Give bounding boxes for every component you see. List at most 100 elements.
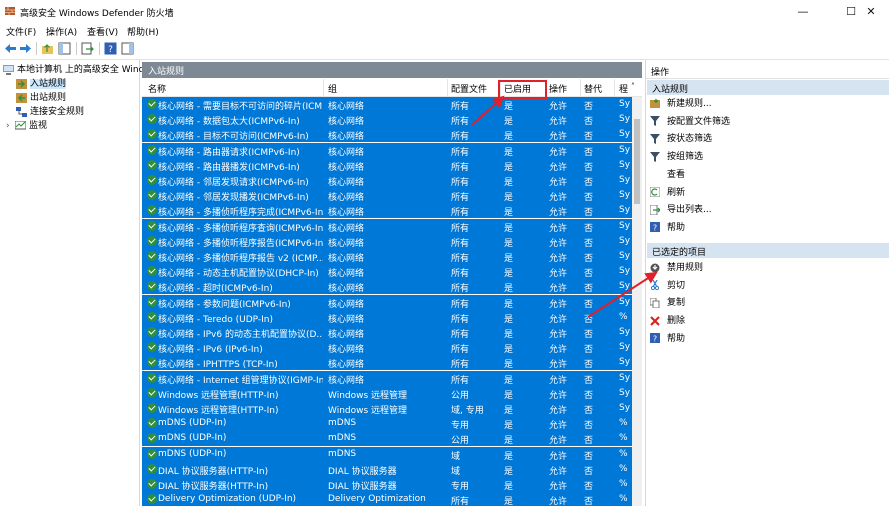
action-export[interactable]: 导出列表... (650, 203, 712, 218)
action-help[interactable]: ? 帮助 (650, 332, 685, 347)
table-cell: 所有 (451, 238, 470, 249)
table-row[interactable]: 核心网络 - 动态主机配置协议(DHCP-In) 核心网络 所有 是 允许 否 Sy (142, 264, 632, 280)
table-row[interactable]: 核心网络 - 数据包太大(ICMPv6-In) 核心网络 所有 是 允许 否 Sy (142, 112, 632, 128)
scrollbar-thumb[interactable] (634, 119, 640, 204)
table-row[interactable]: DIAL 协议服务器(HTTP-In) DIAL 协议服务器 域 是 允许 否% (142, 461, 632, 477)
table-row[interactable]: 核心网络 - 邻居发现播发(ICMPv6-In) 核心网络 所有 是 允许 否 Sy (142, 188, 632, 204)
table-cell: Sy (619, 220, 631, 231)
table-row[interactable]: mDNS (UDP-In) mDNS 公用 是 允许 否% (142, 431, 632, 447)
action-filter[interactable]: 按组筛选 (650, 150, 703, 165)
table-row[interactable]: 核心网络 - IPv6 (IPv6-In) 核心网络 所有 是 允许 否 Sy (142, 340, 632, 356)
table-row[interactable]: 核心网络 - Internet 组管理协议(IGMP-In) 核心网络 所有 是 允许 否… (142, 370, 632, 386)
show-hide-tree-icon[interactable] (58, 42, 71, 55)
table-row[interactable]: 核心网络 - 邻居发现请求(ICMPv6-In) 核心网络 所有 是 允许 否 Sy (142, 173, 632, 188)
close-button[interactable]: ✕ (853, 0, 889, 23)
table-cell: Sy (619, 175, 631, 185)
column-separator[interactable] (580, 79, 581, 96)
table-row[interactable]: 核心网络 - 多播侦听程序报告(ICMPv6-In) 核心网络 所有 是 允许 否 Sy (142, 233, 632, 249)
table-row[interactable]: 核心网络 - 路由器播发(ICMPv6-In) 核心网络 所有 是 允许 否 Sy (142, 157, 632, 173)
table-cell: 允许 (549, 390, 568, 401)
table-row[interactable]: 核心网络 - IPHTTPS (TCP-In) 核心网络 所有 是 允许 否 Sy (142, 355, 632, 371)
help-icon[interactable]: ? (104, 42, 117, 55)
menu-file[interactable]: 文件(F) (6, 25, 36, 38)
tree-item-label: 监视 (29, 121, 48, 131)
column-program[interactable]: 程 (619, 82, 628, 95)
table-cell: 所有 (451, 162, 470, 173)
table-row[interactable]: 核心网络 - 超时(ICMPv6-In) 核心网络 所有 是 允许 否 Sy (142, 279, 632, 295)
table-cell: 否 (584, 375, 594, 386)
action-refresh[interactable]: 刷新 (650, 186, 685, 201)
outbound-rules-icon (16, 92, 27, 103)
table-row[interactable]: 核心网络 - Teredo (UDP-In) 核心网络 所有 是 允许 否% (142, 309, 632, 325)
up-folder-icon[interactable] (41, 42, 54, 55)
tree-item-monitoring[interactable]: › 监视 (6, 119, 47, 133)
tree-item-outbound-rules[interactable]: 出站规则 (16, 91, 66, 105)
table-cell: 核心网络 (328, 102, 365, 112)
table-cell: 域 (451, 451, 461, 462)
enabled-check-icon (147, 418, 157, 429)
tree-item-inbound-rules[interactable]: 入站规则 (16, 77, 67, 91)
table-row[interactable]: mDNS (UDP-In) mDNS 专用 是 允许 否% (142, 416, 632, 432)
table-row[interactable]: DIAL 协议服务器(HTTP-In) DIAL 协议服务器 专用 是 允许 否% (142, 477, 632, 492)
svg-text:?: ? (108, 45, 113, 55)
section-header-inbound-rules[interactable]: 入站规则 (647, 80, 889, 95)
export-icon[interactable] (81, 42, 94, 55)
action-help[interactable]: ? 帮助 (650, 221, 685, 236)
tree-root[interactable]: 本地计算机 上的高级安全 Wind (3, 63, 144, 77)
table-row[interactable]: 核心网络 - 路由器请求(ICMPv6-In) 核心网络 所有 是 允许 否 Sy (142, 142, 632, 158)
forward-arrow-icon[interactable] (19, 42, 32, 55)
column-separator[interactable] (447, 79, 448, 96)
action-copy[interactable]: 复制 (650, 296, 685, 311)
action-cut[interactable]: 剪切 (650, 279, 685, 294)
action-filter[interactable]: 按状态筛选 (650, 132, 712, 147)
column-override[interactable]: 替代 (584, 82, 602, 95)
table-cell: 核心网络 (328, 208, 365, 219)
table-cell: DIAL 协议服务器 (328, 482, 397, 492)
minimize-button[interactable]: — (780, 0, 826, 23)
scroll-up-icon[interactable]: ˄ (631, 82, 635, 91)
table-row[interactable]: 核心网络 - 多播侦听程序查询(ICMPv6-In) 核心网络 所有 是 允许 否 Sy (142, 218, 632, 234)
action-view[interactable]: 查看 (650, 168, 685, 183)
back-arrow-icon[interactable] (4, 42, 17, 55)
column-action[interactable]: 操作 (549, 82, 567, 95)
table-cell: 否 (584, 451, 594, 462)
table-row[interactable]: 核心网络 - 多播侦听程序报告 v2 (ICMP... 核心网络 所有 是 允许 否 Sy (142, 249, 632, 264)
table-row[interactable]: 核心网络 - 目标不可访问(ICMPv6-In) 核心网络 所有 是 允许 否 Sy (142, 127, 632, 143)
column-profile[interactable]: 配置文件 (451, 82, 487, 95)
column-name[interactable]: 名称 (148, 82, 166, 95)
table-cell: 是 (504, 314, 514, 325)
menu-action[interactable]: 操作(A) (46, 25, 77, 38)
action-disable[interactable]: 禁用规则 (650, 261, 703, 276)
column-group[interactable]: 组 (328, 82, 337, 95)
table-row[interactable]: 核心网络 - 参数问题(ICMPv6-In) 核心网络 所有 是 允许 否 Sy (142, 294, 632, 310)
column-separator[interactable] (323, 79, 324, 96)
show-hide-action-pane-icon[interactable] (121, 42, 134, 55)
table-row[interactable]: mDNS (UDP-In) mDNS 域 是 允许 否% (142, 446, 632, 462)
tree-item-connection-security[interactable]: 连接安全规则 (16, 105, 84, 119)
menu-view[interactable]: 查看(V) (87, 25, 118, 38)
action-delete[interactable]: 删除 (650, 314, 685, 329)
table-row[interactable]: Windows 远程管理(HTTP-In) Windows 远程管理 公用 是 允许 否 S… (142, 385, 632, 401)
toolbar-separator (36, 42, 37, 55)
action-new-rule[interactable]: 新建规则... (650, 97, 712, 112)
table-row[interactable]: Windows 远程管理(HTTP-In) Windows 远程管理 域, 专用 是 允… (142, 401, 632, 416)
table-cell: DIAL 协议服务器(HTTP-In) (158, 466, 269, 477)
table-row[interactable]: 核心网络 - 多播侦听程序完成(ICMPv6-In) 核心网络 所有 是 允许 否 Sy (142, 203, 632, 219)
table-row[interactable]: 核心网络 - 需要目标不可访问的碎片(ICMP... 核心网络 所有 是 允许 否 Sy (142, 97, 632, 112)
table-cell: 否 (584, 254, 594, 264)
section-header-selected-items[interactable]: 已选定的项目 (647, 243, 889, 258)
table-cell: Windows 远程管理 (328, 406, 408, 416)
table-cell: 允许 (549, 345, 568, 356)
table-cell: 核心网络 (328, 223, 365, 234)
table-row[interactable]: Delivery Optimization (UDP-In) Delivery O… (142, 492, 632, 506)
column-separator[interactable] (614, 79, 615, 96)
table-cell: 允许 (549, 208, 568, 219)
table-cell: 允许 (549, 314, 568, 325)
menu-help[interactable]: 帮助(H) (127, 25, 159, 38)
action-filter[interactable]: 按配置文件筛选 (650, 115, 730, 130)
chevron-right-icon[interactable]: › (6, 119, 15, 133)
table-cell: 所有 (451, 497, 470, 506)
table-cell: 允许 (549, 254, 568, 264)
vertical-scrollbar[interactable] (632, 97, 642, 506)
table-row[interactable]: 核心网络 - IPv6 的动态主机配置协议(D... 核心网络 所有 是 允许 否 Sy (142, 325, 632, 340)
